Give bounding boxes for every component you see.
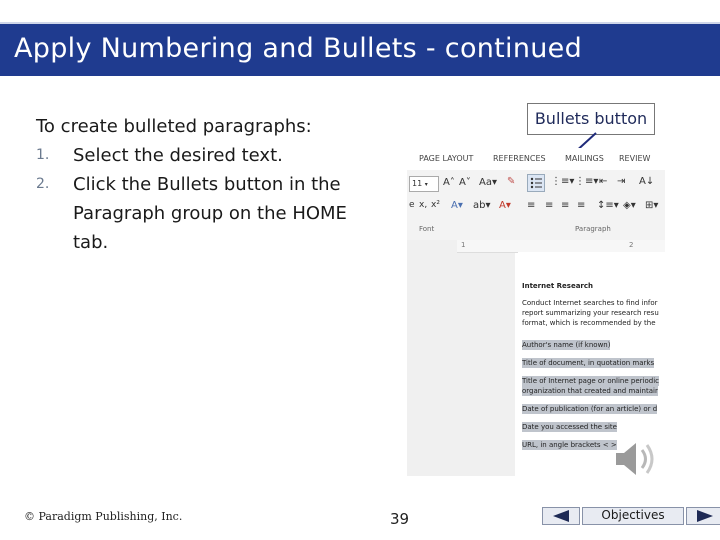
text-effects-icon[interactable]: A▾ xyxy=(451,200,463,211)
font-size-value: 11 xyxy=(412,179,423,188)
ruler-mark-1: 1 xyxy=(461,241,466,249)
next-arrow-icon xyxy=(697,510,713,522)
chevron-down-icon: ▾ xyxy=(424,181,428,188)
ruler-mark-2: 2 xyxy=(629,241,634,249)
highlighted-line: URL, in angle brackets < > xyxy=(522,440,617,450)
step-2-number: 2. xyxy=(36,176,50,192)
center-icon[interactable]: ≡ xyxy=(545,200,553,211)
highlighted-line: Author's name (if known) xyxy=(522,340,611,350)
tab-review[interactable]: REVIEW xyxy=(619,154,650,163)
bullets-glyph xyxy=(530,177,542,189)
highlighted-line: Title of Internet page or online periodi… xyxy=(522,376,659,386)
slide-title: Apply Numbering and Bullets - continued xyxy=(14,33,583,64)
align-right-icon[interactable]: ≡ xyxy=(561,200,569,211)
title-bar: Apply Numbering and Bullets - continued xyxy=(0,22,720,76)
word-screenshot: PAGE LAYOUT REFERENCES MAILINGS REVIEW 1… xyxy=(407,148,665,476)
shading-icon[interactable]: ◈▾ xyxy=(623,200,636,211)
doc-paragraph: Conduct Internet searches to find infor … xyxy=(522,298,664,328)
bullets-button-callout: Bullets button xyxy=(527,103,655,135)
highlighted-line: Date of publication (for an article) or … xyxy=(522,404,658,414)
shrink-font-icon[interactable]: A˅ xyxy=(459,177,471,188)
font-size-box[interactable]: 11 ▾ xyxy=(409,176,439,192)
increase-indent-icon[interactable]: ⇥ xyxy=(617,176,625,187)
highlighted-line: Date you accessed the site xyxy=(522,422,617,432)
page-number: 39 xyxy=(390,510,410,528)
bullets-icon[interactable] xyxy=(527,174,545,192)
justify-icon[interactable]: ≡ xyxy=(577,200,585,211)
numbering-icon[interactable]: ⋮≡▾ xyxy=(551,176,574,187)
doc-paragraph-line: Conduct Internet searches to find infor xyxy=(522,299,658,307)
previous-arrow-icon xyxy=(553,510,569,522)
step-1-number: 1. xyxy=(36,147,50,163)
grow-font-icon[interactable]: A˄ xyxy=(443,177,455,188)
next-slide-button[interactable] xyxy=(686,507,720,525)
speaker-icon[interactable] xyxy=(612,438,662,480)
doc-paragraph-line: format, which is recommended by the xyxy=(522,319,656,327)
doc-heading: Internet Research xyxy=(522,282,594,290)
borders-icon[interactable]: ⊞▾ xyxy=(645,200,658,211)
superscript-icon[interactable]: x, xyxy=(419,200,427,210)
clear-formatting-icon[interactable]: ✎ xyxy=(507,176,515,187)
line-spacing-icon[interactable]: ↕≡▾ xyxy=(597,200,619,211)
highlight-icon[interactable]: ab▾ xyxy=(473,200,491,211)
objectives-button[interactable]: Objectives xyxy=(582,507,684,525)
tab-page-layout[interactable]: PAGE LAYOUT xyxy=(419,154,473,163)
doc-paragraph-line: report summarizing your research resu xyxy=(522,309,659,317)
highlighted-line: Title of document, in quotation marks xyxy=(522,358,655,368)
font-color-icon[interactable]: A▾ xyxy=(499,200,511,211)
previous-slide-button[interactable] xyxy=(542,507,580,525)
decrease-indent-icon[interactable]: ⇤ xyxy=(599,176,607,187)
superscript2-icon[interactable]: x² xyxy=(431,200,440,210)
ribbon-tabs: PAGE LAYOUT REFERENCES MAILINGS REVIEW xyxy=(407,148,665,170)
tab-references[interactable]: REFERENCES xyxy=(493,154,546,163)
subscript-icon[interactable]: e xyxy=(409,200,415,210)
tab-mailings[interactable]: MAILINGS xyxy=(565,154,604,163)
step-1: 1. Select the desired text. xyxy=(36,141,366,170)
step-2: 2. Click the Bullets button in the Parag… xyxy=(36,170,366,257)
copyright: © Paradigm Publishing, Inc. xyxy=(24,510,183,523)
step-1-text: Select the desired text. xyxy=(73,145,283,166)
multilevel-list-icon[interactable]: ⋮≡▾ xyxy=(575,176,598,187)
highlighted-line: organization that created and maintair xyxy=(522,386,658,396)
page-margin-area xyxy=(407,240,515,476)
slide-content: To create bulleted paragraphs: 1. Select… xyxy=(36,112,366,257)
font-group-label: Font xyxy=(419,225,435,233)
steps-list: 1. Select the desired text. 2. Click the… xyxy=(36,141,366,257)
ribbon: 11 ▾ A˄ A˅ Aa▾ ✎ ⋮≡▾ ⋮≡▾ ⇤ ⇥ A↓ e x, x² … xyxy=(407,170,665,241)
align-left-icon[interactable]: ≡ xyxy=(527,200,535,211)
paragraph-group-label: Paragraph xyxy=(575,225,611,233)
sort-icon[interactable]: A↓ xyxy=(639,176,654,187)
intro-text: To create bulleted paragraphs: xyxy=(36,116,312,137)
change-case-icon[interactable]: Aa▾ xyxy=(479,177,497,188)
step-2-text: Click the Bullets button in the Paragrap… xyxy=(73,174,347,253)
